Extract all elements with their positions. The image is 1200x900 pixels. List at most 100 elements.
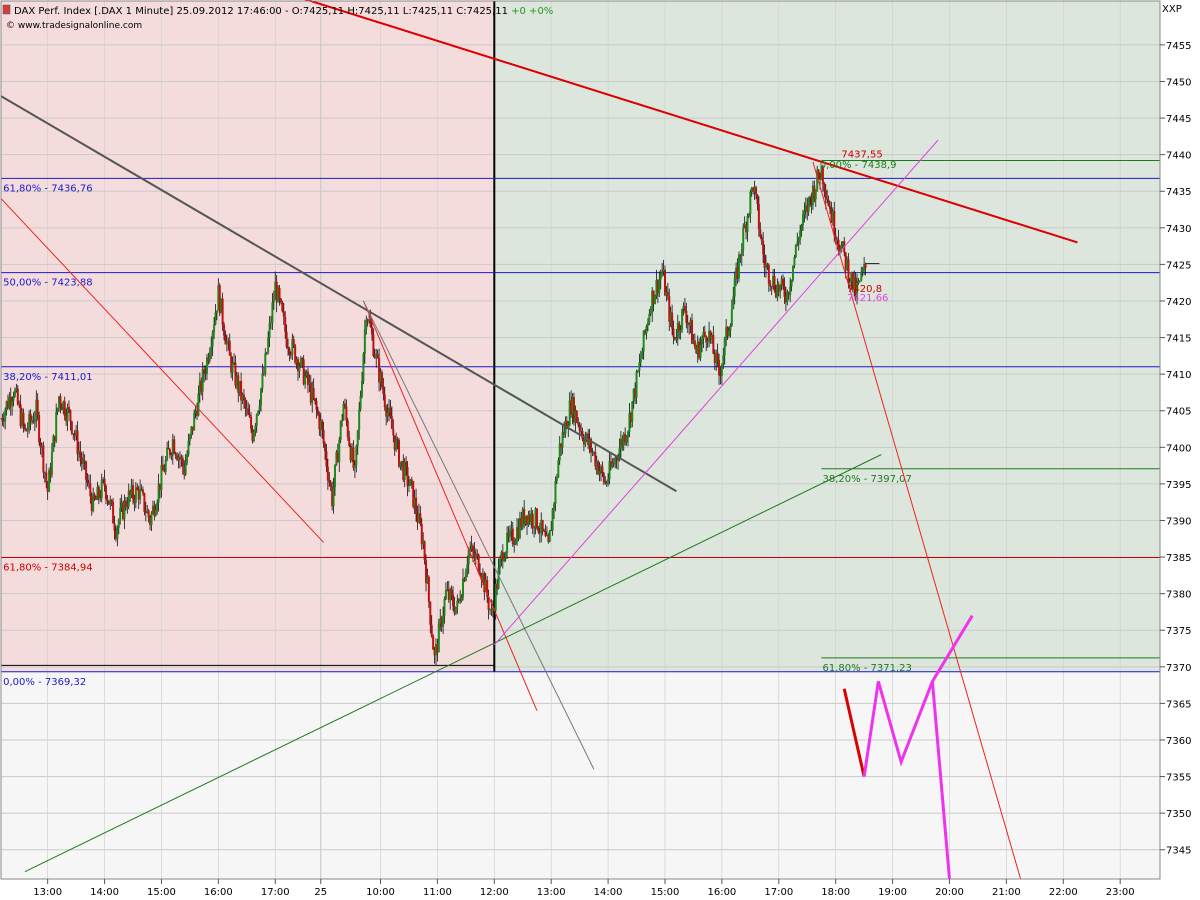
- candle-body: [209, 353, 211, 361]
- candle-body: [700, 344, 702, 357]
- candle-body: [828, 200, 830, 207]
- candle-body: [118, 521, 120, 528]
- candle-body: [314, 398, 316, 401]
- candle-body: [826, 199, 828, 200]
- candle-body: [654, 296, 656, 304]
- candle-body: [579, 425, 581, 431]
- candle-body: [260, 389, 262, 406]
- candle-body: [718, 360, 720, 375]
- y-tick-label: 7385: [1166, 553, 1191, 564]
- candle-body: [98, 487, 100, 498]
- candle-body: [354, 465, 356, 468]
- candle-body: [707, 341, 709, 342]
- candle-body: [704, 332, 706, 336]
- candle-body: [22, 413, 24, 425]
- y-tick-label: 7425: [1166, 260, 1191, 271]
- candle-body: [79, 451, 81, 457]
- symbol-label: XXP: [1162, 4, 1182, 15]
- candle-body: [451, 590, 453, 595]
- candle-body: [344, 404, 346, 407]
- candle-body: [601, 466, 603, 473]
- candle-body: [779, 285, 781, 292]
- candle-body: [640, 359, 642, 362]
- candle-body: [34, 419, 36, 423]
- candle-body: [721, 364, 723, 375]
- candle-body: [795, 245, 797, 257]
- candle-body: [360, 396, 362, 409]
- candle-body: [860, 272, 862, 280]
- fibonacci-level-label: 61,80% - 7384,94: [3, 563, 92, 574]
- candle-body: [789, 286, 791, 295]
- y-tick-label: 7350: [1166, 809, 1191, 820]
- candle-body: [384, 394, 386, 407]
- candle-body: [509, 531, 511, 537]
- candle-body: [648, 314, 650, 323]
- candle-body: [249, 415, 251, 417]
- candle-body: [712, 335, 714, 354]
- candle-body: [85, 461, 87, 479]
- candle-body: [613, 463, 615, 464]
- price-annotation: 7421,66: [847, 293, 888, 304]
- candle-body: [142, 490, 144, 493]
- candle-body: [69, 410, 71, 421]
- x-tick-label: 15:00: [147, 887, 176, 898]
- candle-body: [537, 528, 539, 532]
- fibonacci-level-label: 61,80% - 7436,76: [3, 183, 92, 194]
- candle-body: [490, 609, 492, 610]
- y-tick-label: 7355: [1166, 773, 1191, 784]
- candle-body: [552, 509, 554, 530]
- candle-body: [148, 510, 150, 517]
- candle-body: [724, 338, 726, 355]
- price-annotation: 0,00% - 7438,9: [820, 160, 897, 171]
- candle-body: [734, 278, 736, 296]
- candle-body: [141, 489, 143, 490]
- candle-body: [646, 326, 648, 333]
- candle-body: [266, 353, 268, 354]
- candle-body: [156, 503, 158, 510]
- candle-body: [279, 288, 281, 299]
- candle-body: [17, 388, 19, 404]
- candle-body: [456, 601, 458, 607]
- candle-body: [352, 448, 354, 468]
- candle-body: [684, 306, 686, 311]
- candle-body: [503, 559, 505, 561]
- candle-body: [223, 325, 225, 336]
- candle-body: [347, 421, 349, 437]
- candle-body: [324, 444, 326, 452]
- candle-body: [859, 280, 861, 281]
- candle-body: [293, 339, 295, 345]
- candle-body: [4, 410, 6, 421]
- candle-body: [381, 372, 383, 387]
- candle-body: [88, 483, 90, 484]
- candle-body: [738, 255, 740, 279]
- candle-body: [802, 214, 804, 225]
- candle-body: [298, 367, 300, 372]
- candle-body: [372, 335, 374, 356]
- x-tick-label: 19:00: [878, 887, 907, 898]
- candle-body: [57, 408, 59, 412]
- candle-body: [801, 225, 803, 230]
- x-tick-label: 15:00: [651, 887, 680, 898]
- fibonacci-level-label: 38,20% - 7397,07: [822, 474, 911, 485]
- candle-body: [382, 387, 384, 394]
- x-axis: 13:0014:0015:0016:0017:002510:0011:0012:…: [33, 879, 1134, 898]
- candle-body: [431, 625, 433, 636]
- candle-body: [562, 432, 564, 447]
- fibonacci-level-label: 0,00% - 7369,32: [3, 677, 86, 688]
- candle-body: [783, 286, 785, 297]
- y-tick-label: 7450: [1166, 77, 1191, 88]
- candle-body: [254, 426, 256, 432]
- candle-body: [607, 479, 609, 483]
- candle-body: [216, 310, 218, 312]
- candle-body: [150, 513, 152, 525]
- candle-body: [327, 467, 329, 481]
- candle-body: [101, 480, 103, 499]
- candle-body: [38, 415, 40, 442]
- candle-body: [304, 376, 306, 384]
- candle-body: [729, 326, 731, 331]
- candle-body: [732, 297, 734, 310]
- candle-body: [407, 467, 409, 486]
- candle-body: [650, 313, 652, 314]
- candle-body: [301, 358, 303, 359]
- candle-body: [749, 192, 751, 214]
